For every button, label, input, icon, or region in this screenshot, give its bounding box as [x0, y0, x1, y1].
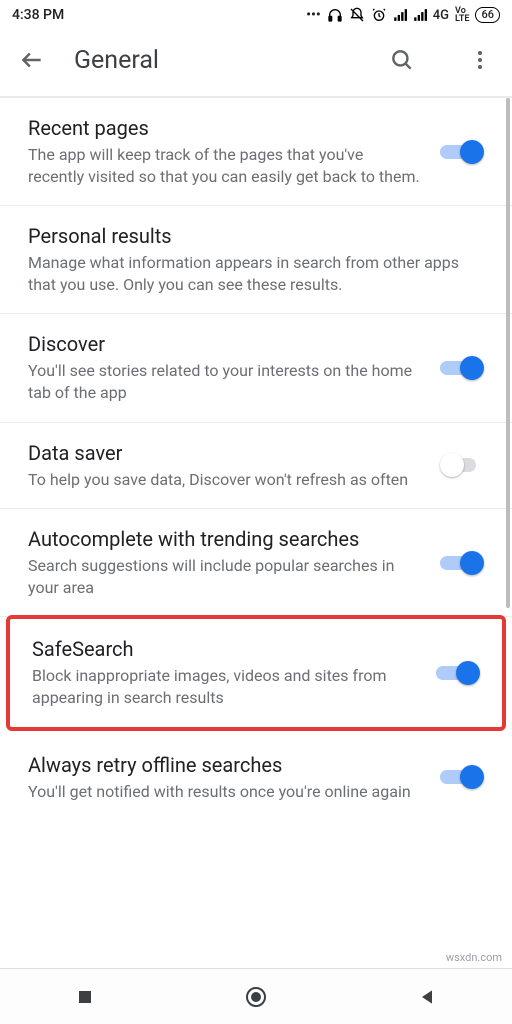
- toggle-discover[interactable]: [440, 355, 484, 381]
- nav-home-button[interactable]: [236, 977, 276, 1017]
- setting-desc: Block inappropriate images, videos and s…: [32, 665, 418, 708]
- setting-safesearch[interactable]: SafeSearch Block inappropriate images, v…: [10, 619, 502, 726]
- watermark: wsxdn.com: [446, 951, 502, 964]
- highlight-safesearch: SafeSearch Block inappropriate images, v…: [6, 615, 506, 730]
- setting-autocomplete-trending[interactable]: Autocomplete with trending searches Sear…: [0, 509, 512, 617]
- signal-icon-2: [413, 8, 427, 22]
- scrollbar[interactable]: [506, 98, 510, 608]
- overflow-menu-button[interactable]: [466, 46, 494, 74]
- app-bar: General: [0, 30, 512, 90]
- nav-back-button[interactable]: [407, 977, 447, 1017]
- setting-personal-results[interactable]: Personal results Manage what information…: [0, 206, 512, 314]
- setting-title: Autocomplete with trending searches: [28, 527, 422, 551]
- back-button[interactable]: [18, 46, 46, 74]
- setting-desc: You'll see stories related to your inter…: [28, 360, 422, 403]
- status-bar: 4:38 PM ••• 4G VoLTE 66: [0, 0, 512, 30]
- toggle-safesearch[interactable]: [436, 660, 480, 686]
- setting-title: Always retry offline searches: [28, 753, 422, 777]
- toggle-recent-pages[interactable]: [440, 139, 484, 165]
- setting-desc: You'll get notified with results once yo…: [28, 781, 422, 803]
- setting-desc: The app will keep track of the pages tha…: [28, 144, 422, 187]
- dnd-icon: [349, 7, 365, 23]
- more-dots-icon: •••: [306, 7, 321, 23]
- search-button[interactable]: [388, 46, 416, 74]
- toggle-autocomplete-trending[interactable]: [440, 550, 484, 576]
- network-label: 4G: [433, 8, 449, 23]
- page-title: General: [74, 46, 360, 75]
- setting-data-saver[interactable]: Data saver To help you save data, Discov…: [0, 423, 512, 510]
- battery-indicator: 66: [475, 7, 500, 23]
- setting-desc: Manage what information appears in searc…: [28, 252, 484, 295]
- volte-label: VoLTE: [455, 7, 469, 23]
- setting-title: Data saver: [28, 441, 422, 465]
- setting-desc: To help you save data, Discover won't re…: [28, 469, 422, 491]
- setting-title: Personal results: [28, 224, 484, 248]
- setting-retry-offline[interactable]: Always retry offline searches You'll get…: [0, 735, 512, 821]
- setting-desc: Search suggestions will include popular …: [28, 555, 422, 598]
- headphones-icon: [327, 7, 343, 23]
- setting-title: SafeSearch: [32, 637, 418, 661]
- nav-recent-button[interactable]: [65, 977, 105, 1017]
- nav-bar: [0, 968, 512, 1024]
- toggle-data-saver[interactable]: [440, 452, 484, 478]
- status-icons: ••• 4G VoLTE 66: [306, 7, 500, 23]
- setting-title: Recent pages: [28, 116, 422, 140]
- toggle-retry-offline[interactable]: [440, 764, 484, 790]
- settings-list: Recent pages The app will keep track of …: [0, 98, 512, 820]
- alarm-icon: [371, 7, 387, 23]
- signal-icon: [393, 8, 407, 22]
- setting-recent-pages[interactable]: Recent pages The app will keep track of …: [0, 98, 512, 206]
- status-time: 4:38 PM: [12, 7, 64, 23]
- setting-discover[interactable]: Discover You'll see stories related to y…: [0, 314, 512, 422]
- setting-title: Discover: [28, 332, 422, 356]
